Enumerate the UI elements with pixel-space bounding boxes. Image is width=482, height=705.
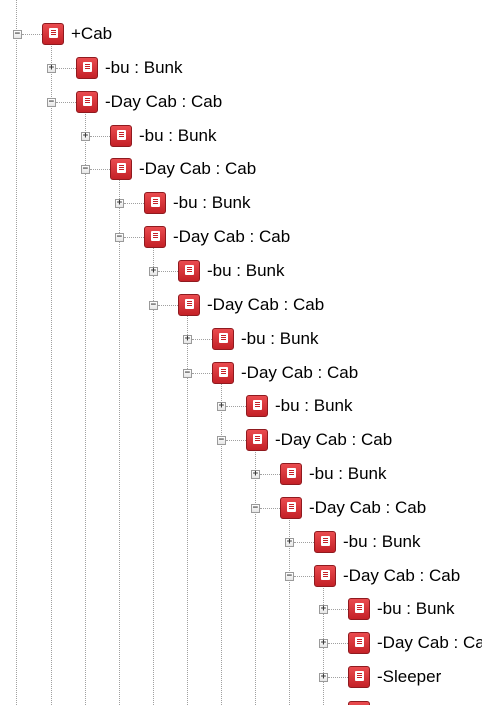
- part-icon: [246, 395, 268, 418]
- tree-node-label[interactable]: -bu : Bunk: [377, 598, 455, 620]
- collapse-toggle-icon[interactable]: −: [149, 300, 158, 310]
- part-icon: [314, 564, 336, 587]
- tree-node-label[interactable]: +Cab: [71, 23, 112, 45]
- tree-node-label[interactable]: -bu : Bunk: [139, 125, 217, 147]
- expand-toggle-icon[interactable]: +: [319, 605, 328, 615]
- tree-guide-line: [221, 378, 222, 705]
- tree-guide-line: [119, 175, 120, 705]
- part-icon: [212, 361, 234, 384]
- tree-node-label[interactable]: -Sleeper: [377, 666, 441, 688]
- tree-node-label[interactable]: -Day Cab : Cab: [207, 294, 324, 316]
- tree-node-label[interactable]: -Day Cab : Cab: [105, 91, 222, 113]
- expand-toggle-icon[interactable]: +: [319, 639, 328, 649]
- tree-node-label[interactable]: -bu : Bunk: [275, 395, 353, 417]
- part-icon: [144, 226, 166, 249]
- tree-node-label[interactable]: -Day Cab : Cab: [343, 565, 460, 587]
- tree-node-label[interactable]: -bu : Bunk: [173, 192, 251, 214]
- tree-node-label[interactable]: -Day Cab : Cab: [139, 158, 256, 180]
- tree-guide-line: [153, 243, 154, 705]
- tree-node-label[interactable]: -bu : Bunk: [309, 463, 387, 485]
- part-icon: [280, 463, 302, 486]
- tree-node-label[interactable]: -bu : Bunk: [343, 531, 421, 553]
- part-icon: [314, 530, 336, 553]
- tree-node-label[interactable]: -Day Cab : Cab: [377, 632, 482, 654]
- part-icon: [348, 632, 370, 655]
- expand-toggle-icon[interactable]: +: [217, 402, 226, 412]
- tree-node-label[interactable]: -bu : Bunk: [207, 260, 285, 282]
- tree-node-label[interactable]: -Day Cab : Cab: [241, 362, 358, 384]
- tree-node-label[interactable]: -Day Cab : Cab: [309, 497, 426, 519]
- expand-toggle-icon[interactable]: +: [285, 537, 294, 547]
- tree-view[interactable]: − +Cab + -bu : Bunk − -Day Cab : Cab + -bu : Bu…: [0, 0, 482, 705]
- collapse-toggle-icon[interactable]: −: [115, 233, 124, 243]
- part-icon: [212, 327, 234, 350]
- tree-node-label[interactable]: -bu : Bunk: [105, 57, 183, 79]
- collapse-toggle-icon[interactable]: −: [285, 571, 294, 581]
- part-icon: [348, 701, 370, 705]
- tree-node-label[interactable]: -Day Cab : Cab: [173, 226, 290, 248]
- collapse-toggle-icon[interactable]: −: [13, 30, 22, 39]
- expand-toggle-icon[interactable]: +: [115, 199, 124, 209]
- part-icon: [246, 429, 268, 452]
- collapse-toggle-icon[interactable]: −: [183, 368, 192, 378]
- collapse-toggle-icon[interactable]: −: [47, 97, 56, 107]
- part-icon: [76, 56, 98, 79]
- part-icon: [144, 192, 166, 215]
- expand-toggle-icon[interactable]: +: [251, 470, 260, 480]
- expand-toggle-icon[interactable]: +: [319, 673, 328, 683]
- collapse-toggle-icon[interactable]: −: [217, 436, 226, 446]
- expand-toggle-icon[interactable]: +: [149, 266, 158, 276]
- expand-toggle-icon[interactable]: +: [183, 334, 192, 344]
- expand-toggle-icon[interactable]: +: [47, 63, 56, 73]
- part-icon: [348, 666, 370, 689]
- part-icon: [42, 23, 64, 45]
- part-icon: [110, 158, 132, 181]
- tree-node-label[interactable]: -Day Cab : Cab: [275, 429, 392, 451]
- expand-toggle-icon[interactable]: +: [81, 131, 90, 141]
- tree-guide-line: [255, 446, 256, 705]
- part-icon: [110, 124, 132, 147]
- part-icon: [178, 259, 200, 282]
- collapse-toggle-icon[interactable]: −: [251, 503, 260, 513]
- part-icon: [76, 90, 98, 113]
- tree-guide-line: [85, 107, 86, 705]
- tree-guide-line: [51, 40, 52, 705]
- tree-guide-line: [16, 0, 17, 705]
- tree-node-label[interactable]: -bu : Bunk: [241, 328, 319, 350]
- part-icon: [348, 598, 370, 621]
- collapse-toggle-icon[interactable]: −: [81, 165, 90, 175]
- part-icon: [280, 496, 302, 519]
- part-icon: [178, 293, 200, 316]
